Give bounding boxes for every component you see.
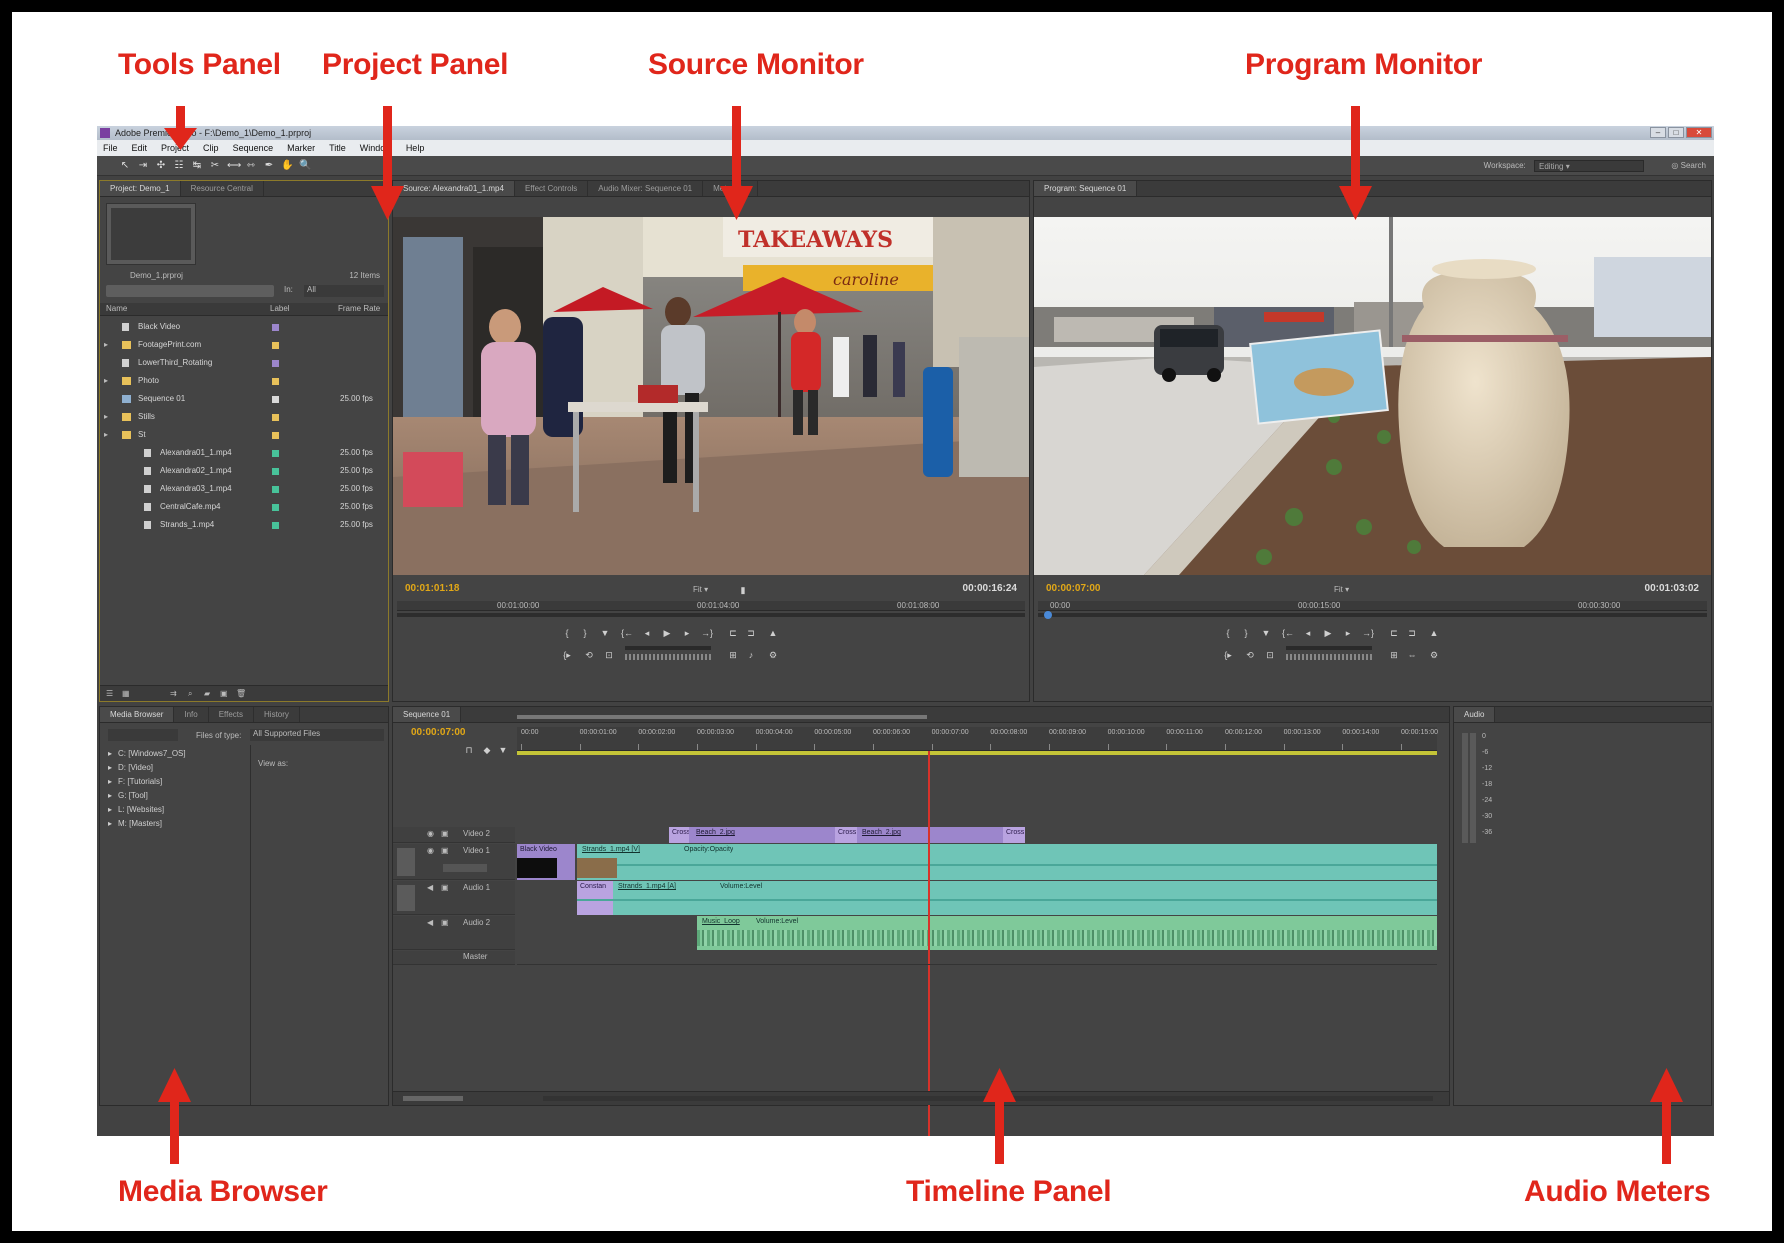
arrow-source-monitor-icon xyxy=(720,106,753,220)
screenshot-page: Tools Panel Project Panel Source Monitor… xyxy=(0,0,1784,1243)
arrow-audio-meters-icon xyxy=(1650,1068,1683,1164)
arrow-project-panel-icon xyxy=(371,106,404,220)
arrow-program-monitor-icon xyxy=(1339,106,1372,220)
arrow-media-browser-icon xyxy=(158,1068,191,1164)
arrow-tools-panel-icon xyxy=(164,106,197,150)
arrow-timeline-panel-icon xyxy=(983,1068,1016,1164)
annotation-arrows xyxy=(158,106,1683,1164)
